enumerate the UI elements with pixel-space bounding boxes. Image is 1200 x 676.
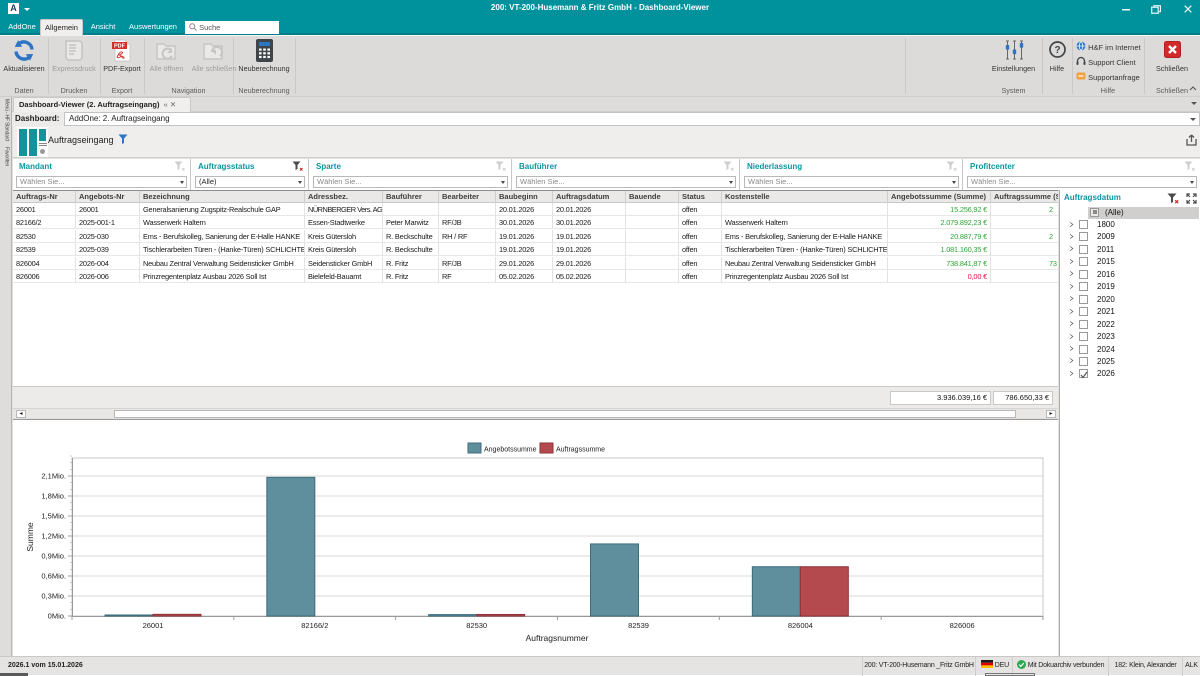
svg-text:Angebotssumme: Angebotssumme [484,447,537,454]
svg-text:1,8Mio.: 1,8Mio. [41,492,66,501]
svg-text:0,9Mio.: 0,9Mio. [41,552,66,561]
svg-text:82530: 82530 [466,621,487,630]
svg-text:82539: 82539 [628,621,649,630]
svg-text:1,2Mio.: 1,2Mio. [41,532,66,541]
svg-text:Auftragsnummer: Auftragsnummer [526,633,589,643]
svg-text:Auftragssumme: Auftragssumme [556,447,605,454]
svg-text:82166/2: 82166/2 [301,621,328,630]
svg-text:Summe: Summe [25,522,35,552]
svg-text:26001: 26001 [143,621,164,630]
svg-text:PDF: PDF [114,44,126,50]
svg-text:0,6Mio.: 0,6Mio. [41,572,66,581]
svg-text:0,3Mio.: 0,3Mio. [41,592,66,601]
svg-text:826006: 826006 [950,621,975,630]
svg-text:2,1Mio.: 2,1Mio. [41,472,66,481]
svg-text:?: ? [1054,45,1060,56]
svg-text:826004: 826004 [788,621,813,630]
svg-text:1,5Mio.: 1,5Mio. [41,512,66,521]
svg-text:0Mio.: 0Mio. [48,612,66,621]
